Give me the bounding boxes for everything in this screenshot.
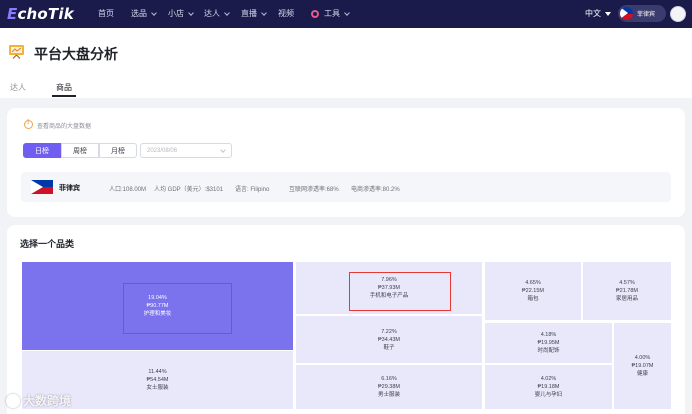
category-tile-health[interactable]: 4.00% ₱19.07M 健康 [614, 323, 671, 409]
nav-item-tools[interactable]: 工具 [311, 8, 350, 19]
nav-item-creators[interactable]: 达人 [204, 8, 230, 19]
echotik-logo[interactable]: EchoTik [7, 5, 74, 23]
language-selector[interactable]: 中文 [585, 8, 611, 19]
internet-stat: 互联网渗透率:68% [289, 187, 339, 193]
category-tile-bags[interactable]: 4.65% ₱22.15M 箱包 [485, 262, 581, 320]
chevron-down-icon [261, 9, 267, 16]
info-text: 查看商品的大盘数据 [37, 124, 92, 130]
watermark-logo-icon [6, 393, 20, 408]
chevron-down-icon [220, 147, 226, 153]
period-monthly-button[interactable]: 月榜 [99, 143, 137, 158]
chevron-down-icon [151, 9, 157, 16]
highlight-box-electronics [349, 272, 451, 311]
period-weekly-button[interactable]: 周榜 [61, 143, 99, 158]
highlight-box-beauty [123, 283, 232, 334]
page-title: 平台大盘分析 [34, 46, 118, 62]
nav-item-home[interactable]: 首页 [98, 8, 114, 19]
population-stat: 人口:108.00M [109, 187, 147, 193]
watermark: 大数跨境 [6, 392, 71, 409]
chevron-down-icon [224, 9, 230, 16]
category-tile-baby[interactable]: 4.02% ₱19.18M 婴儿与孕妇 [485, 365, 612, 409]
top-nav: EchoTik 首页 选品 小店 达人 直播 视频 工具 中文 菲律宾 [0, 0, 692, 28]
chevron-down-icon [188, 9, 194, 16]
chevron-down-icon [344, 9, 350, 16]
info-icon [24, 119, 33, 129]
nav-item-videos[interactable]: 视频 [278, 8, 294, 19]
gdp-stat: 人均 GDP（美元）:$3101 [154, 187, 224, 193]
category-tile-mens-clothing[interactable]: 6.16% ₱29.38M 男士服装 [296, 365, 482, 409]
active-tab-indicator [52, 95, 76, 97]
philippines-flag-icon [31, 180, 53, 194]
tab-creators[interactable]: 达人 [10, 82, 26, 93]
chart-board-icon [9, 45, 24, 59]
language-stat: 语言: Filipino [235, 187, 270, 193]
nav-item-live[interactable]: 直播 [241, 8, 267, 19]
category-tile-home[interactable]: 4.57% ₱21.78M 家居用品 [583, 262, 671, 320]
section-title: 选择一个品类 [20, 239, 75, 249]
nav-item-shops[interactable]: 小店 [168, 8, 194, 19]
country-info-row: 菲律宾 人口:108.00M 人均 GDP（美元）:$3101 语言: Fili… [21, 172, 671, 202]
page-header: 平台大盘分析 达人 商品 [0, 28, 692, 98]
tab-products[interactable]: 商品 [56, 82, 72, 93]
date-picker[interactable]: 2023/08/06 [140, 143, 232, 158]
filter-card: 查看商品的大盘数据 日榜 周榜 月榜 2023/08/06 菲律宾 人口:108… [7, 108, 685, 217]
caret-down-icon [605, 11, 611, 16]
period-selector: 日榜 周榜 月榜 [23, 143, 137, 158]
country-selector[interactable]: 菲律宾 [618, 5, 666, 22]
country-name: 菲律宾 [59, 185, 80, 192]
period-daily-button[interactable]: 日榜 [23, 143, 61, 158]
category-tile-accessories[interactable]: 4.18% ₱19.95M 时尚配饰 [485, 323, 612, 363]
category-tile-shoes[interactable]: 7.22% ₱34.43M 鞋子 [296, 316, 482, 363]
ecommerce-stat: 电商渗透率:80.2% [351, 187, 400, 193]
user-avatar[interactable] [670, 6, 686, 22]
philippines-flag-icon [620, 7, 633, 20]
tools-icon [311, 9, 319, 18]
nav-item-products[interactable]: 选品 [131, 8, 157, 19]
